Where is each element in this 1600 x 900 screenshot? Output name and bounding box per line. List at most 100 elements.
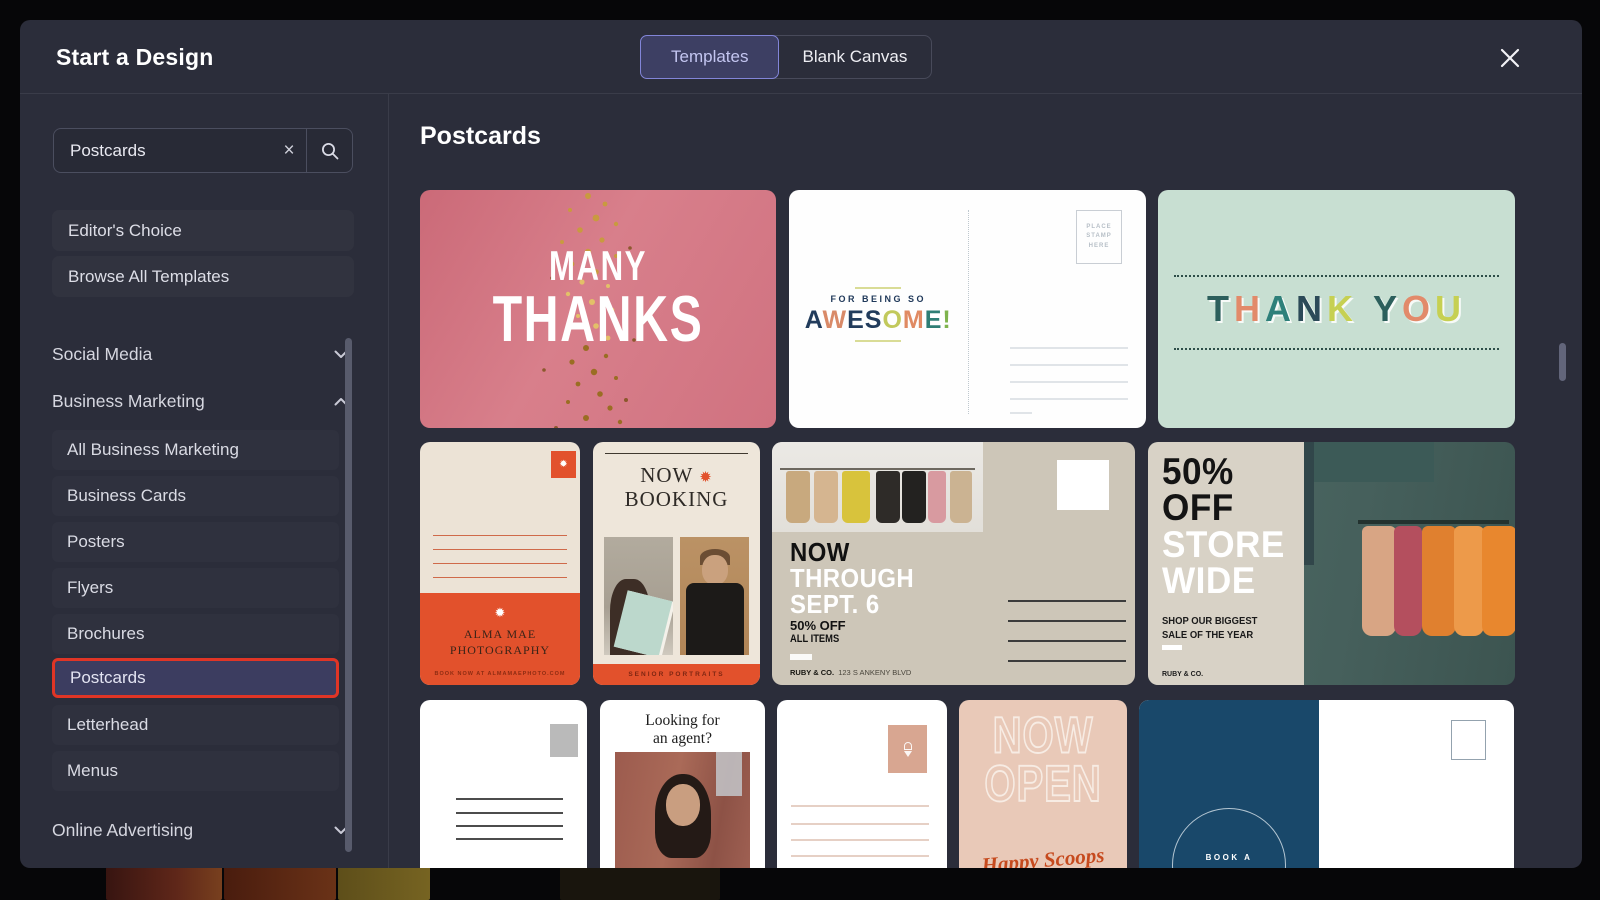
card-line: MANY — [548, 243, 648, 290]
item-label: Posters — [67, 532, 125, 551]
tab-templates[interactable]: Templates — [640, 35, 780, 79]
card-line: TOUR TODAY — [1191, 865, 1268, 868]
address-line — [791, 823, 929, 825]
background-photo — [338, 866, 430, 900]
decorative-shape — [1358, 520, 1509, 524]
card-text: 50% OFF STORE WIDE — [1162, 453, 1285, 599]
address-line — [791, 839, 929, 841]
card-line: SHOP OUR BIGGEST — [1162, 615, 1258, 627]
decorative-shape — [1454, 526, 1484, 636]
search-button[interactable] — [307, 141, 352, 161]
tab-blank-canvas[interactable]: Blank Canvas — [778, 36, 931, 78]
card-line: FOR BEING SO — [830, 294, 926, 304]
template-storewide-sale[interactable]: 50% OFF STORE WIDE SHOP OUR BIGGEST SALE… — [1148, 442, 1515, 685]
sidebar-item-all-business-marketing[interactable]: All Business Marketing — [52, 430, 339, 470]
address-line — [456, 838, 563, 840]
template-blank-postcard[interactable] — [420, 700, 587, 868]
browse-all-templates-button[interactable]: Browse All Templates — [52, 256, 354, 297]
template-book-a-tour[interactable]: BOOK A TOUR TODAY — [1139, 700, 1514, 868]
accent-rule — [855, 340, 902, 342]
sidebar-item-posters[interactable]: Posters — [52, 522, 339, 562]
background-photo — [106, 866, 222, 900]
card-line: BOOK NOW AT ALMAMAEPHOTO.COM — [434, 671, 566, 677]
dotted-rule — [1174, 348, 1499, 350]
search-box: × — [53, 128, 353, 173]
stamp-box — [1451, 720, 1486, 760]
decorative-shape — [1482, 526, 1515, 636]
template-row: ✹ ✹ ALMA MAE PHOTOGRAPHY BOOK NOW AT ALM… — [420, 442, 1516, 685]
address-line — [791, 855, 929, 857]
card-text: MANY THANKS — [459, 245, 737, 352]
card-text: BOOK A TOUR TODAY — [1172, 808, 1286, 868]
card-line: an agent? — [653, 729, 712, 747]
accent-rule — [605, 453, 748, 454]
sidebar-item-flyers[interactable]: Flyers — [52, 568, 339, 608]
section-label: Online Advertising — [52, 819, 194, 840]
template-many-thanks[interactable]: MANY THANKS — [420, 190, 776, 428]
card-line: NOW — [992, 707, 1094, 765]
address-line — [1008, 620, 1126, 622]
decorative-shape — [786, 471, 810, 523]
background-photo — [224, 866, 336, 900]
stamp-box — [550, 724, 578, 757]
decorative-shape — [701, 555, 728, 585]
sidebar-scrollbar[interactable] — [345, 338, 352, 852]
decorative-shape — [780, 468, 975, 470]
decorative-shape — [716, 752, 742, 796]
card-line: SALE OF THE YEAR — [1162, 629, 1254, 642]
template-agent[interactable]: Looking for an agent? — [600, 700, 765, 868]
card-line: ALL ITEMS — [790, 633, 840, 645]
templates-blank-canvas-toggle: Templates Blank Canvas — [640, 35, 933, 79]
sidebar-item-business-cards[interactable]: Business Cards — [52, 476, 339, 516]
section-business-marketing[interactable]: Business Marketing — [52, 379, 354, 423]
card-line: PHOTOGRAPHY — [449, 642, 551, 657]
template-now-open[interactable]: NOW OPEN Happy Scoops ... — [959, 700, 1127, 868]
card-line: BOOKING — [624, 486, 729, 511]
card-text: THANK YOU — [1206, 288, 1467, 329]
card-line: BOOK A — [1205, 852, 1253, 862]
decorative-shape — [814, 471, 838, 523]
background-photo — [560, 866, 720, 900]
section-social-media[interactable]: Social Media — [52, 332, 354, 376]
writing-line — [433, 549, 567, 550]
section-label: Business Marketing — [52, 390, 205, 411]
editors-choice-button[interactable]: Editor's Choice — [52, 210, 354, 251]
template-now-booking[interactable]: NOW ✹ BOOKING SENIOR PORTRAITS — [593, 442, 760, 685]
decorative-shape — [685, 583, 744, 655]
decorative-shape — [1394, 526, 1422, 636]
color-panel: BOOK A TOUR TODAY — [1139, 700, 1319, 868]
photo-woman-with-book — [604, 537, 673, 655]
template-thank-you[interactable]: THANK YOU — [1158, 190, 1515, 428]
stamp-icon — [888, 725, 927, 773]
stamp-box — [1057, 460, 1109, 510]
search-input[interactable] — [54, 140, 272, 161]
decorative-shape — [1162, 645, 1182, 650]
templates-scrollbar[interactable] — [1559, 343, 1566, 381]
card-line: 50% OFF — [790, 618, 846, 633]
card-text: FOR BEING SO AWESOME! — [789, 282, 968, 347]
clear-icon: × — [283, 139, 295, 161]
sidebar-item-brochures[interactable]: Brochures — [52, 614, 339, 654]
address-line — [1010, 398, 1128, 400]
photo-collage — [604, 537, 749, 655]
sidebar-item-menus[interactable]: Menus — [52, 751, 339, 791]
stamp-icon: ✹ — [551, 451, 576, 478]
card-line: AWESOME! — [804, 306, 952, 334]
template-sept-sale[interactable]: NOW THROUGH SEPT. 6 50% OFF ALL ITEMS RU… — [772, 442, 1135, 685]
template-pink-postcard[interactable] — [777, 700, 947, 868]
card-footer: RUBY & CO. 123 S ANKENY BLVD — [790, 668, 911, 677]
template-awesome-postcard[interactable]: PLACE STAMP HERE FOR BEING SO AWESOME! — [789, 190, 1146, 428]
template-grid: MANY THANKS PLACE STAMP HERE FOR BEING S… — [420, 190, 1516, 868]
decorative-shape — [902, 471, 926, 523]
item-label: All Business Marketing — [67, 440, 239, 459]
postcard-divider — [967, 210, 969, 414]
sidebar-item-postcards[interactable]: Postcards — [52, 658, 339, 698]
close-button[interactable] — [1496, 44, 1524, 72]
template-alma-mae[interactable]: ✹ ✹ ALMA MAE PHOTOGRAPHY BOOK NOW AT ALM… — [420, 442, 580, 685]
sidebar-item-letterhead[interactable]: Letterhead — [52, 705, 339, 745]
section-online-advertising[interactable]: Online Advertising — [52, 808, 354, 852]
clear-search-button[interactable]: × — [272, 140, 306, 162]
brand-address: 123 S ANKENY BLVD — [838, 668, 912, 677]
section-label: Social Media — [52, 343, 153, 364]
card-text: Looking for an agent? — [600, 712, 765, 748]
